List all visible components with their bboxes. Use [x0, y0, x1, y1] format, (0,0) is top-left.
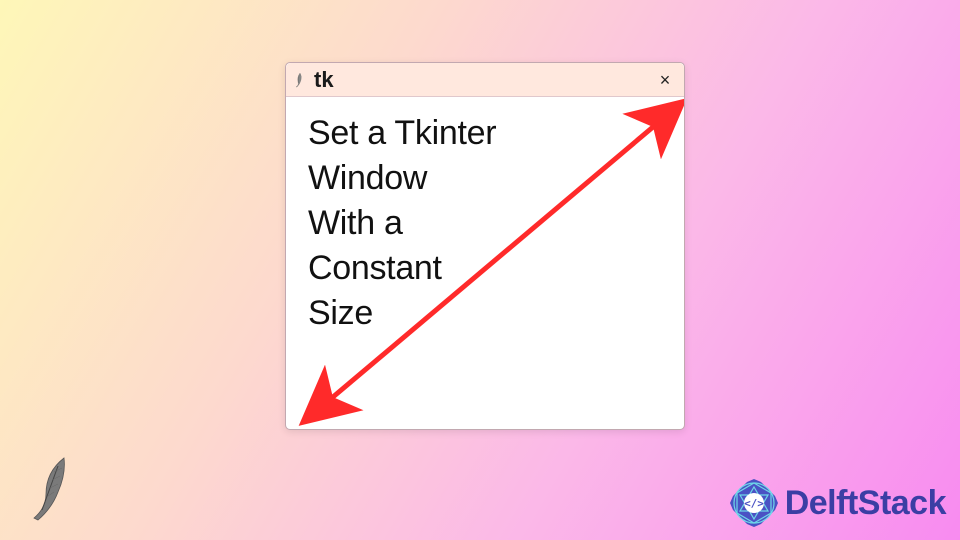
svg-text:</>: </>	[744, 497, 764, 510]
feather-decoration-icon	[24, 454, 82, 524]
body-line: Size	[308, 291, 662, 336]
body-line: Set a Tkinter	[308, 111, 662, 156]
body-line: With a	[308, 201, 662, 246]
window-title: tk	[314, 67, 334, 93]
logo-text: DelftStack	[785, 484, 946, 523]
body-line: Constant	[308, 246, 662, 291]
titlebar[interactable]: tk ×	[286, 63, 684, 97]
window-body: Set a Tkinter Window With a Constant Siz…	[286, 97, 684, 351]
feather-icon	[292, 70, 308, 90]
logo-mark-icon: </>	[727, 476, 781, 530]
tk-window: tk × Set a Tkinter Window With a Constan…	[285, 62, 685, 430]
body-line: Window	[308, 156, 662, 201]
delftstack-logo: </> DelftStack	[727, 476, 946, 530]
close-icon[interactable]: ×	[652, 67, 678, 93]
